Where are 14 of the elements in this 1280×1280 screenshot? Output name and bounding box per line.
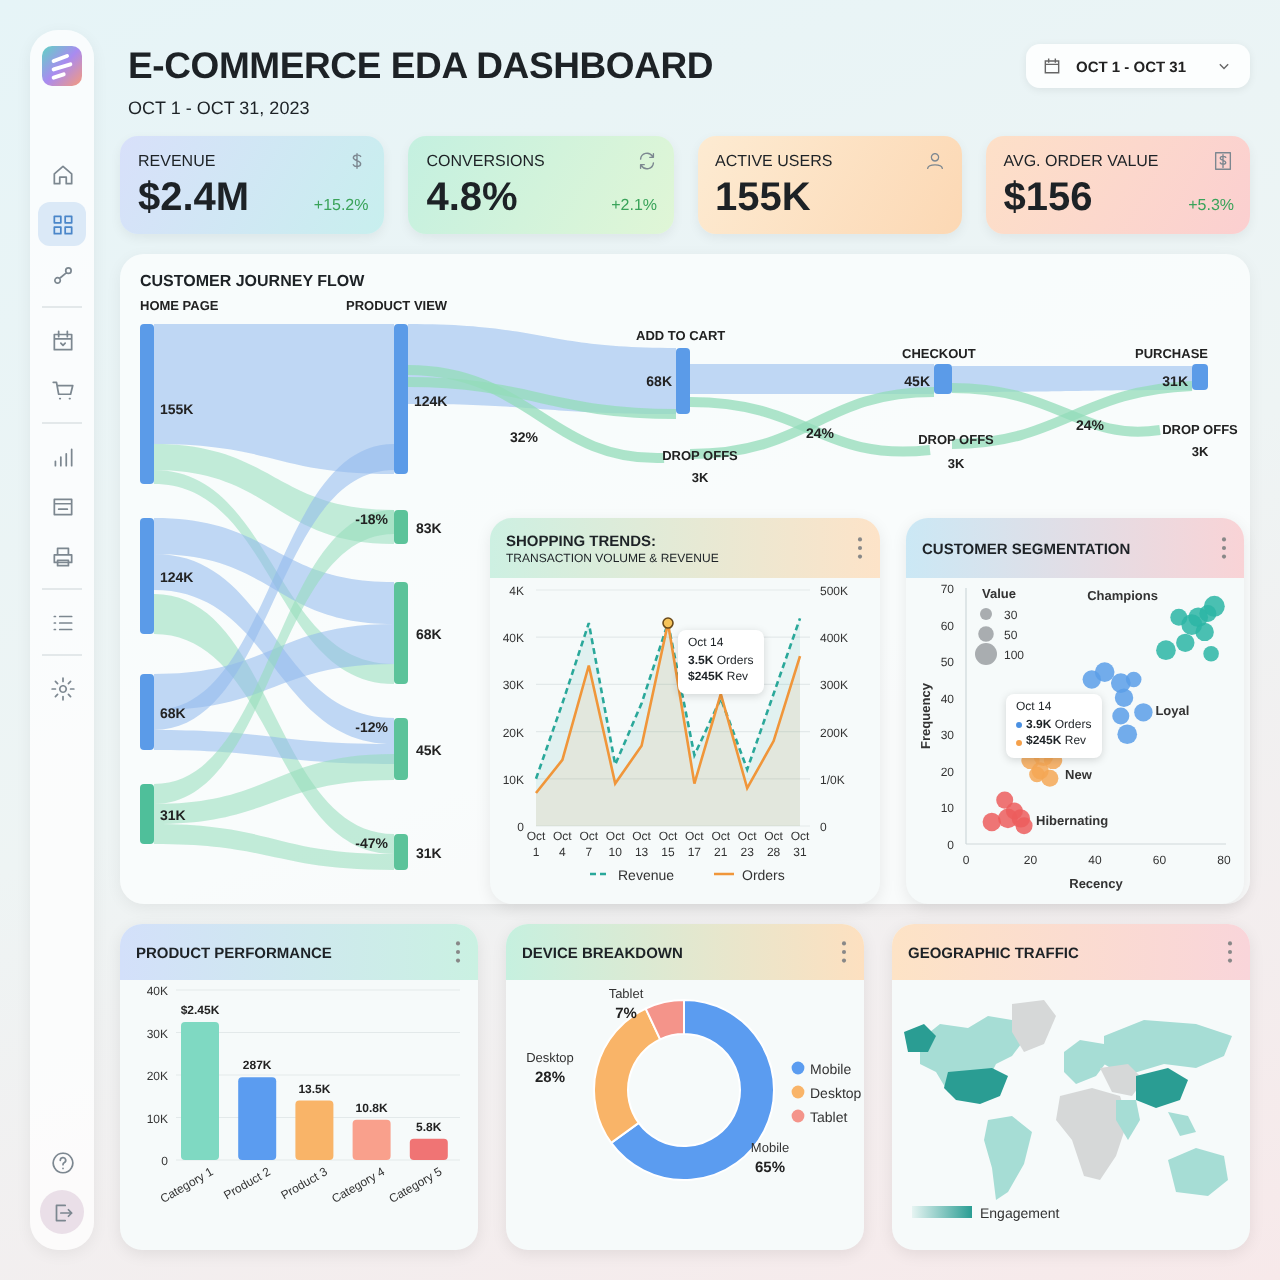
kpi-value: $2.4M	[138, 176, 250, 222]
kpi-label: AVG. ORDER VALUE	[1003, 152, 1159, 170]
kpi-label: CONVERSIONS	[426, 152, 545, 170]
kpi-label: ACTIVE USERS	[715, 152, 833, 170]
card-title: CUSTOMER JOURNEY FLOW	[138, 270, 365, 290]
kpi-change: +2.1%	[611, 196, 657, 214]
kpi-change: +15.2%	[313, 196, 369, 214]
kpi-label: REVENUE	[138, 152, 216, 170]
kpi-value: 155K	[715, 176, 811, 222]
dashboard-title: E-COMMERCE EDA DASHBOARD	[128, 44, 714, 88]
kpi-value: 4.8%	[426, 176, 518, 222]
kpi-value: $156	[1003, 176, 1093, 222]
date-subtitle: OCT 1 - OCT 31, 2023	[128, 98, 312, 118]
kpi-change: +5.3%	[1188, 196, 1234, 214]
